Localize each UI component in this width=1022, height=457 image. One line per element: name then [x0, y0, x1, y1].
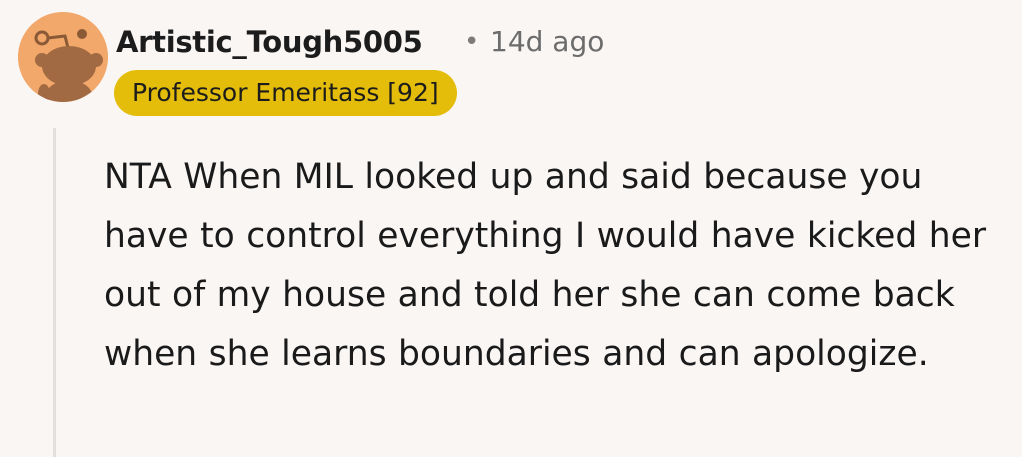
user-avatar[interactable] [18, 12, 108, 102]
comment: Artistic_Tough5005 • 14d ago Professor E… [0, 0, 1022, 457]
meta-separator: • [464, 27, 480, 57]
snoo-avatar-icon [18, 12, 108, 102]
user-flair-badge: Professor Emeritass [92] [114, 70, 457, 116]
comment-body: NTA When MIL looked up and said because … [104, 157, 986, 374]
thread-collapse-line[interactable] [53, 128, 56, 457]
comment-timestamp[interactable]: 14d ago [490, 22, 604, 62]
author-username[interactable]: Artistic_Tough5005 [116, 22, 423, 62]
